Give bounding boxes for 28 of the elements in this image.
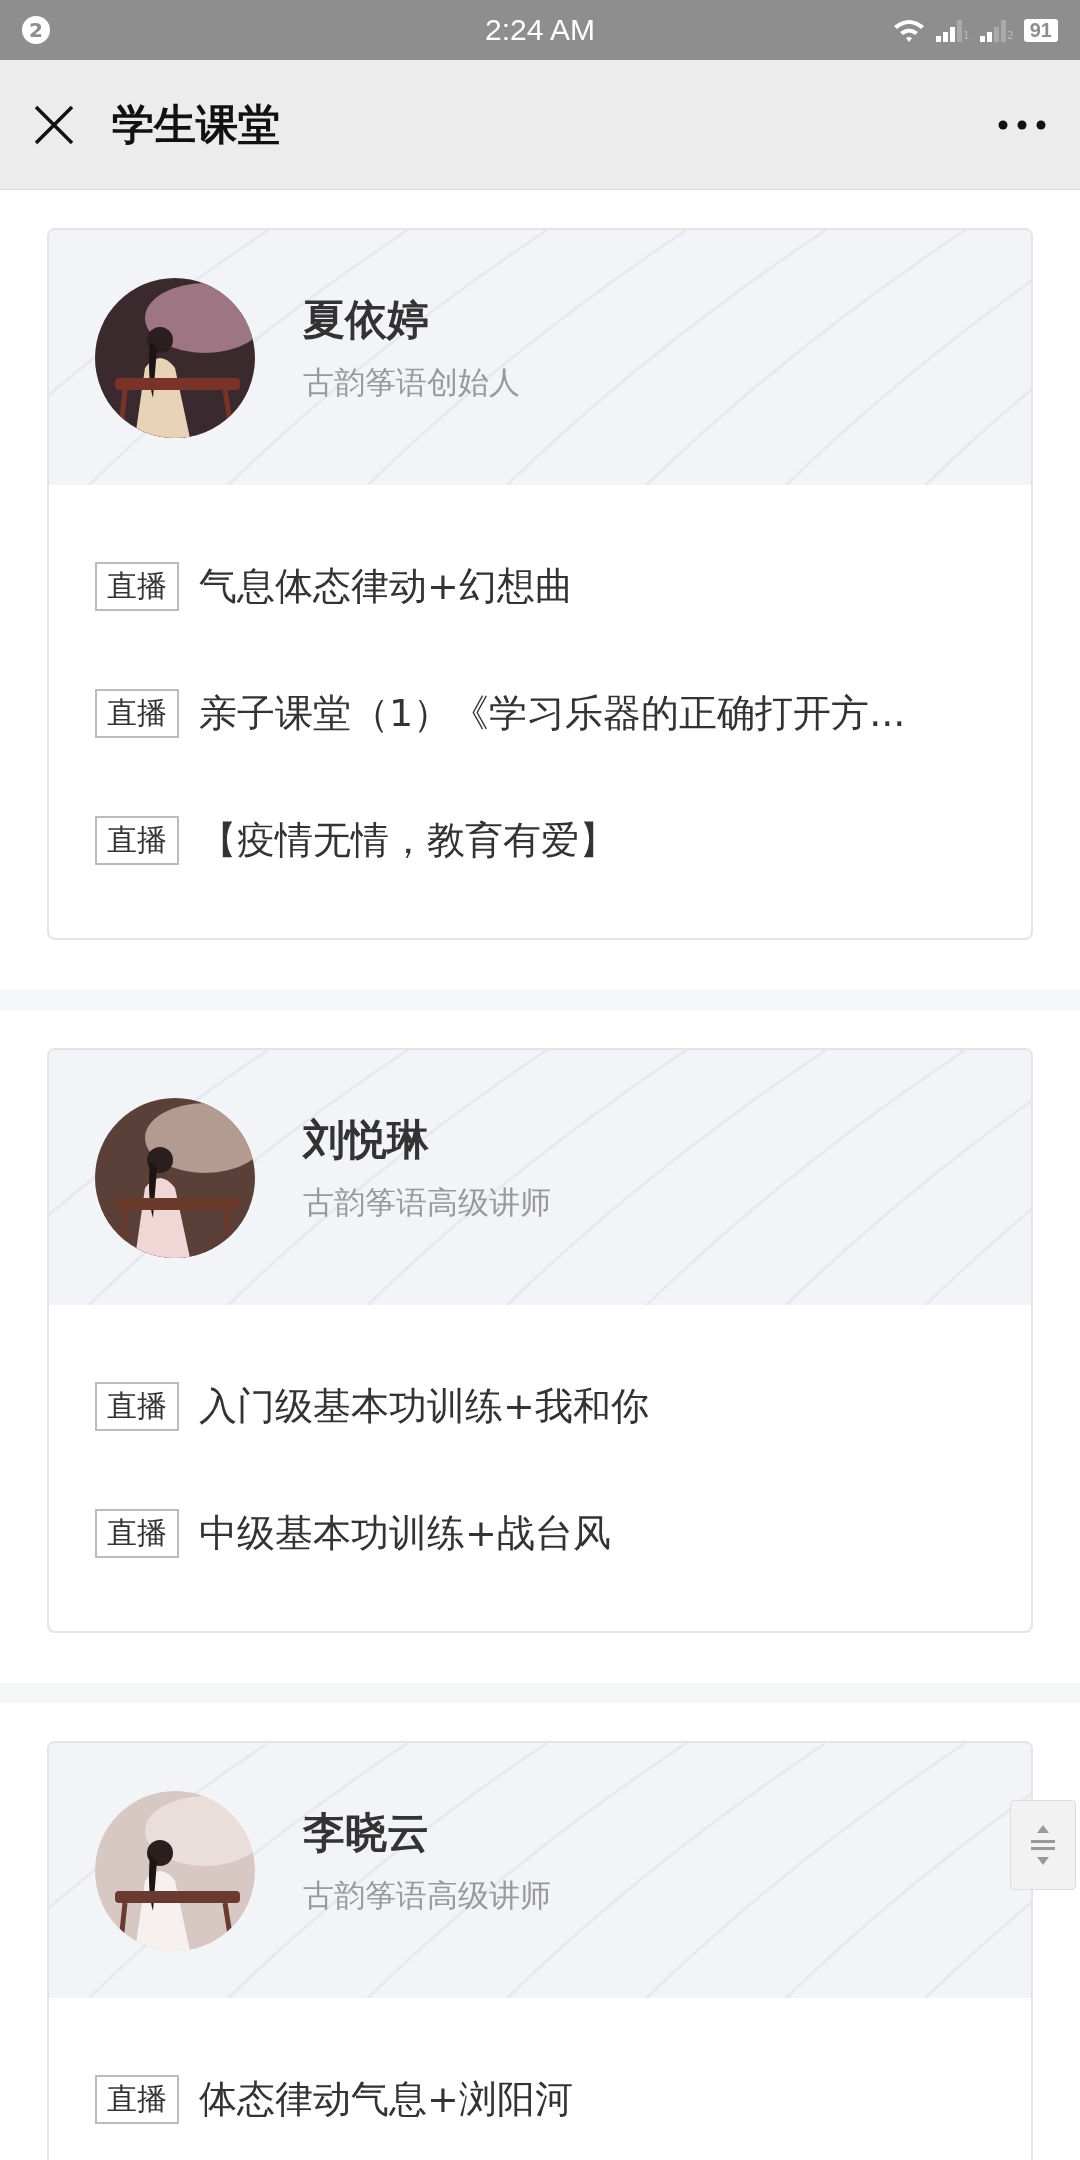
page-title: 学生课堂 [112, 98, 280, 151]
scroll-handle[interactable] [1010, 1800, 1076, 1890]
notification-badge: 2 [22, 16, 50, 44]
live-tag: 直播 [95, 2075, 179, 2124]
teacher-name: 夏依婷 [303, 293, 430, 346]
close-icon[interactable] [34, 104, 74, 145]
live-tag: 直播 [95, 1382, 179, 1431]
live-tag: 直播 [95, 689, 179, 738]
lesson-link[interactable]: 【疫情无情，教育有爱】 [199, 815, 617, 866]
teacher-role: 古韵筝语高级讲师 [303, 1182, 551, 1222]
lesson-link[interactable]: 亲子课堂（1）《学习乐器的正确打开方... [199, 688, 906, 739]
lesson-link[interactable]: 气息体态律动+幻想曲 [199, 561, 573, 612]
battery-level: 91 [1023, 18, 1058, 42]
teacher-role: 古韵筝语高级讲师 [303, 1875, 551, 1915]
signal-icon [935, 18, 962, 42]
lesson-link[interactable]: 体态律动气息+浏阳河 [199, 2074, 573, 2125]
live-tag: 直播 [95, 562, 179, 611]
teacher-name: 李晓云 [303, 1806, 430, 1859]
signal-icon [979, 18, 1006, 42]
scroll-icon [1031, 1823, 1055, 1867]
teacher-name: 刘悦琳 [303, 1113, 430, 1166]
live-tag: 直播 [95, 1509, 179, 1558]
more-icon[interactable] [998, 119, 1046, 130]
clock: 2:24 AM [484, 13, 596, 47]
lesson-link[interactable]: 中级基本功训练+战台风 [199, 1508, 611, 1559]
teacher-role: 古韵筝语创始人 [303, 362, 520, 402]
live-tag: 直播 [95, 816, 179, 865]
lesson-link[interactable]: 入门级基本功训练+我和你 [199, 1381, 649, 1432]
